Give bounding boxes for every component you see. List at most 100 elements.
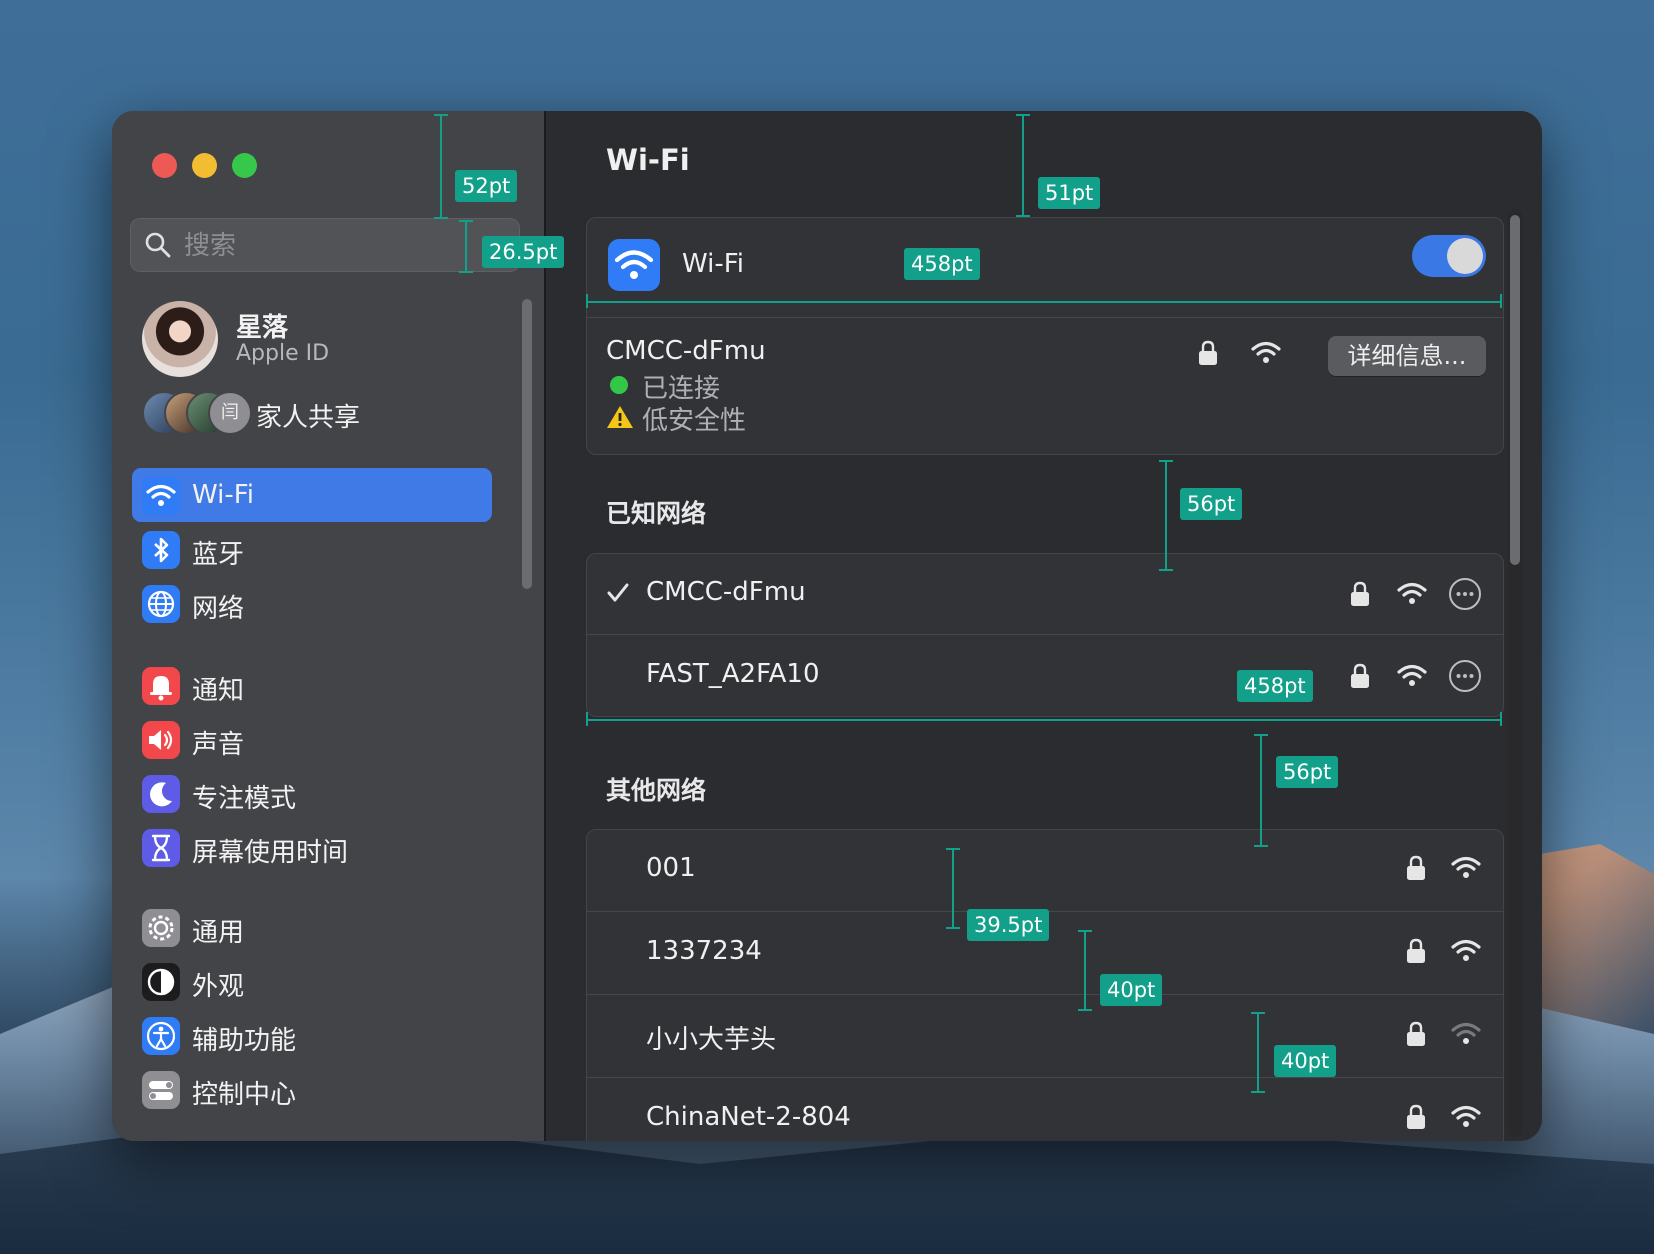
measure-label: 40pt bbox=[1274, 1045, 1337, 1077]
wifi-toggle[interactable] bbox=[1412, 235, 1486, 277]
other-networks-title: 其他网络 bbox=[606, 776, 707, 805]
sidebar-item-label: 控制中心 bbox=[192, 1080, 297, 1110]
sidebar-scrollbar[interactable] bbox=[522, 299, 532, 589]
other-networks-card: 001 1337234 小小大芋头 ChinaNet-2-804 bbox=[586, 829, 1504, 1141]
lock-icon bbox=[1407, 1104, 1425, 1129]
lock-icon bbox=[1351, 581, 1369, 606]
zoom-button[interactable] bbox=[232, 153, 257, 178]
search-icon bbox=[145, 232, 171, 258]
globe-icon bbox=[142, 585, 180, 623]
measure-label: 40pt bbox=[1100, 974, 1163, 1006]
hourglass-icon bbox=[142, 829, 180, 867]
sidebar-item-appearance[interactable]: 外观 bbox=[132, 954, 492, 1008]
more-options-icon[interactable] bbox=[1448, 659, 1482, 693]
avatar[interactable] bbox=[142, 301, 218, 377]
sidebar-item-notifications[interactable]: 通知 bbox=[132, 658, 492, 712]
lock-icon bbox=[1407, 855, 1425, 880]
sidebar-item-label: 辅助功能 bbox=[192, 1026, 297, 1056]
search-field[interactable] bbox=[130, 218, 520, 274]
known-network-row[interactable]: FAST_A2FA10 bbox=[586, 635, 1504, 717]
sidebar-item-general[interactable]: 通用 bbox=[132, 900, 492, 954]
current-network-name: CMCC-dFmu bbox=[606, 336, 766, 366]
sidebar-item-label: 专注模式 bbox=[192, 784, 297, 814]
checkmark-icon bbox=[607, 583, 629, 602]
network-name: CMCC-dFmu bbox=[646, 577, 806, 607]
sidebar-item-focus[interactable]: 专注模式 bbox=[132, 766, 492, 820]
measure-label: 26.5pt bbox=[482, 236, 565, 268]
page-title: Wi-Fi bbox=[606, 143, 690, 177]
sidebar-item-network[interactable]: 网络 bbox=[132, 576, 492, 630]
sidebar-item-bluetooth[interactable]: 蓝牙 bbox=[132, 522, 492, 576]
sidebar: 星落 Apple ID 闫 家人共享 Wi-Fi 蓝牙 网络 bbox=[112, 111, 546, 1141]
other-network-row[interactable]: 001 bbox=[586, 829, 1504, 911]
bell-icon bbox=[142, 667, 180, 705]
measure-label: 458pt bbox=[1237, 670, 1313, 702]
user-name[interactable]: 星落 bbox=[236, 307, 288, 344]
sidebar-item-label: 声音 bbox=[192, 730, 245, 760]
sidebar-item-screen-time[interactable]: 屏幕使用时间 bbox=[132, 820, 492, 874]
close-button[interactable] bbox=[152, 153, 177, 178]
family-badge: 闫 bbox=[208, 391, 252, 435]
accessibility-icon bbox=[142, 1017, 180, 1055]
wifi-toggle-label: Wi-Fi bbox=[682, 249, 745, 279]
wifi-signal-icon bbox=[1451, 856, 1481, 878]
wifi-icon bbox=[142, 477, 180, 515]
lock-icon bbox=[1407, 938, 1425, 963]
sidebar-item-sound[interactable]: 声音 bbox=[132, 712, 492, 766]
network-name: 1337234 bbox=[646, 936, 762, 966]
sidebar-item-label: 通知 bbox=[192, 676, 245, 706]
sidebar-item-control-center[interactable]: 控制中心 bbox=[132, 1062, 492, 1116]
sidebar-item-label: 屏幕使用时间 bbox=[192, 838, 349, 868]
other-network-row[interactable]: 小小大芋头 bbox=[586, 995, 1504, 1077]
more-options-icon[interactable] bbox=[1448, 577, 1482, 611]
sidebar-item-wifi[interactable]: Wi-Fi bbox=[132, 468, 492, 522]
connected-status-dot bbox=[610, 376, 628, 398]
known-network-row[interactable]: CMCC-dFmu bbox=[586, 553, 1504, 634]
measure-label: 56pt bbox=[1276, 756, 1339, 788]
wifi-signal-icon bbox=[1397, 582, 1427, 604]
current-network-row: CMCC-dFmu 已连接 低安全性 详细信息... bbox=[586, 318, 1504, 455]
measure-label: 458pt bbox=[904, 248, 980, 280]
bluetooth-icon bbox=[142, 531, 180, 569]
sidebar-item-label: Wi-Fi bbox=[192, 480, 255, 510]
network-name: 小小大芋头 bbox=[646, 1025, 777, 1055]
lock-icon bbox=[1407, 1021, 1425, 1046]
network-name: FAST_A2FA10 bbox=[646, 659, 820, 689]
lock-icon bbox=[1199, 340, 1217, 365]
details-button[interactable]: 详细信息... bbox=[1328, 336, 1486, 376]
sidebar-item-label: 蓝牙 bbox=[192, 540, 245, 570]
sidebar-item-accessibility[interactable]: 辅助功能 bbox=[132, 1008, 492, 1062]
moon-icon bbox=[142, 775, 180, 813]
other-network-row[interactable]: ChinaNet-2-804 bbox=[586, 1078, 1504, 1141]
network-name: 001 bbox=[646, 853, 696, 883]
scroll-thumb[interactable] bbox=[1510, 215, 1520, 565]
minimize-button[interactable] bbox=[192, 153, 217, 178]
wifi-weak-signal-icon bbox=[1451, 1022, 1481, 1044]
control-center-icon bbox=[142, 1071, 180, 1109]
wifi-signal-icon bbox=[1451, 1105, 1481, 1127]
measure-label: 56pt bbox=[1180, 488, 1243, 520]
main-scrollbar[interactable] bbox=[1508, 209, 1522, 1137]
appearance-icon bbox=[142, 963, 180, 1001]
wifi-status-card: Wi-Fi CMCC-dFmu 已连接 低安全性 详细信息... bbox=[586, 217, 1504, 455]
settings-window: 星落 Apple ID 闫 家人共享 Wi-Fi 蓝牙 网络 bbox=[112, 111, 1542, 1141]
security-warning: 低安全性 bbox=[642, 406, 747, 436]
family-avatars[interactable]: 闫 bbox=[142, 391, 252, 435]
main-pane: Wi-Fi Wi-Fi CMCC-dFmu 已连接 低安全性 详细信息... 已… bbox=[546, 111, 1542, 1141]
gear-icon bbox=[142, 909, 180, 947]
lock-icon bbox=[1351, 663, 1369, 688]
wifi-toggle-row: Wi-Fi bbox=[586, 217, 1504, 305]
wifi-signal-icon bbox=[1397, 664, 1427, 686]
sidebar-item-label: 网络 bbox=[192, 594, 245, 624]
sidebar-item-label: 外观 bbox=[192, 972, 245, 1002]
wifi-icon bbox=[608, 239, 660, 291]
sidebar-item-label: 通用 bbox=[192, 918, 245, 948]
family-sharing-label[interactable]: 家人共享 bbox=[256, 397, 360, 434]
measure-label: 51pt bbox=[1038, 177, 1101, 209]
search-input[interactable] bbox=[182, 218, 506, 274]
known-networks-card: CMCC-dFmu FAST_A2FA10 bbox=[586, 553, 1504, 717]
wifi-signal-icon bbox=[1451, 939, 1481, 961]
wifi-signal-icon bbox=[1251, 341, 1281, 363]
apple-id-label[interactable]: Apple ID bbox=[236, 341, 329, 366]
known-networks-title: 已知网络 bbox=[606, 499, 707, 528]
